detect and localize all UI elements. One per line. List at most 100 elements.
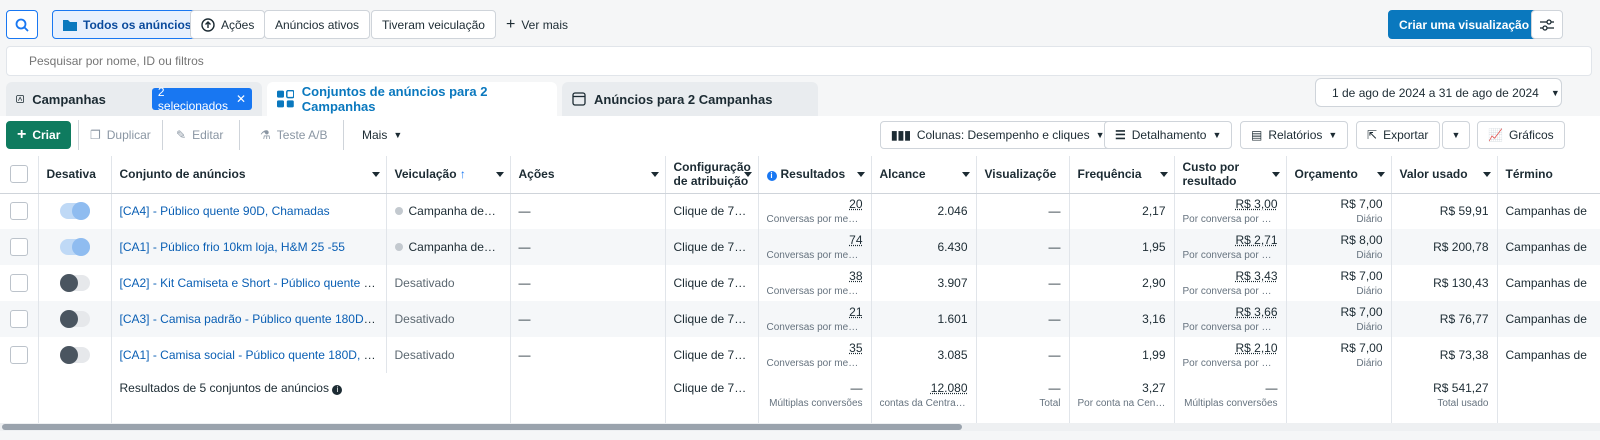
- col-delivery[interactable]: Veiculação ↑: [386, 156, 511, 194]
- create-button[interactable]: + Criar: [6, 121, 72, 149]
- col-budget[interactable]: Orçamento: [1286, 156, 1392, 194]
- caret-down-icon[interactable]: [495, 172, 504, 178]
- duplicate-button[interactable]: ❐ Duplicar: [80, 121, 161, 149]
- col-actions[interactable]: Ações: [510, 156, 666, 194]
- see-more-button[interactable]: + Ver mais: [496, 10, 578, 39]
- col-name[interactable]: Conjunto de anúncios: [111, 156, 387, 194]
- reports-button[interactable]: ▤ Relatórios ▼: [1240, 121, 1349, 149]
- columns-button[interactable]: ▮▮▮ Colunas: Desempenho e cliques ▼: [880, 121, 1116, 149]
- budget-cell[interactable]: R$ 7,00 Diário: [1286, 301, 1392, 337]
- scrollbar-thumb[interactable]: [2, 424, 962, 430]
- budget-cell[interactable]: R$ 7,00 Diário: [1286, 265, 1392, 301]
- edit-button[interactable]: ✎ Editar: [166, 121, 234, 149]
- more-button[interactable]: Mais ▼: [352, 121, 412, 149]
- budget-cell[interactable]: R$ 7,00 Diário: [1286, 337, 1392, 373]
- charts-button[interactable]: 📈 Gráficos: [1477, 121, 1565, 149]
- col-attribution[interactable]: Configuração de atribuição: [665, 156, 759, 194]
- row-checkbox[interactable]: [9, 238, 28, 256]
- caret-down-icon[interactable]: [961, 172, 970, 178]
- date-range-picker[interactable]: 1 de ago de 2024 a 31 de ago de 2024 ▼: [1315, 78, 1562, 107]
- tab-adsets[interactable]: Conjuntos de anúncios para 2 Campanhas: [267, 82, 557, 116]
- col-cpr[interactable]: Custo por resultado: [1174, 156, 1287, 194]
- col-frequency[interactable]: Frequência: [1069, 156, 1175, 194]
- name-cell[interactable]: [CA3] - Camisa padrão - Público quente 1…: [111, 301, 387, 337]
- spent-cell: R$ 59,91: [1391, 193, 1498, 229]
- row-checkbox[interactable]: [9, 202, 28, 221]
- search-button[interactable]: [6, 10, 38, 39]
- search-input[interactable]: [6, 46, 1592, 76]
- toggle-cell[interactable]: [38, 301, 112, 337]
- col-toggle[interactable]: Desativa: [38, 156, 112, 194]
- actions-cell: —: [510, 229, 666, 265]
- table-row[interactable]: [CA3] - Camisa padrão - Público quente 1…: [0, 301, 1600, 337]
- row-checkbox[interactable]: [9, 274, 28, 292]
- caret-down-icon[interactable]: [856, 172, 865, 178]
- active-toggle[interactable]: [59, 202, 90, 221]
- caret-down-icon[interactable]: [371, 172, 380, 178]
- export-dropdown-button[interactable]: ▼: [1442, 121, 1470, 149]
- row-checkbox[interactable]: [9, 310, 28, 328]
- active-toggle[interactable]: [59, 310, 90, 328]
- name-cell[interactable]: [CA1] - Público frio 10km loja, H&M 25 -…: [111, 229, 387, 265]
- results-cell: 21 Conversas por mensagem: [758, 301, 872, 337]
- caret-down-icon[interactable]: [1376, 172, 1385, 178]
- budget-cell[interactable]: R$ 8,00 Diário: [1286, 229, 1392, 265]
- col-spent[interactable]: Valor usado: [1391, 156, 1498, 194]
- horizontal-scrollbar[interactable]: [0, 423, 1600, 431]
- adset-name-link[interactable]: [CA1] - Camisa social - Público quente 1…: [120, 348, 386, 362]
- name-cell[interactable]: [CA2] - Kit Camiseta e Short - Público q…: [111, 265, 387, 301]
- breakdown-button[interactable]: ☰ Detalhamento ▼: [1104, 121, 1233, 149]
- delivered-button[interactable]: Tiveram veiculação: [371, 10, 496, 39]
- active-toggle[interactable]: [59, 238, 90, 256]
- actions-button[interactable]: Ações: [190, 10, 266, 39]
- name-cell[interactable]: [CA4] - Público quente 90D, Chamadas: [111, 193, 387, 229]
- adset-name-link[interactable]: [CA3] - Camisa padrão - Público quente 1…: [120, 312, 386, 326]
- delivery-cell: Desativado: [386, 301, 511, 337]
- actions-cell: —: [510, 337, 666, 373]
- adset-name-link[interactable]: [CA2] - Kit Camiseta e Short - Público q…: [120, 276, 386, 290]
- close-icon[interactable]: ✕: [236, 92, 246, 106]
- row-checkbox-cell[interactable]: [0, 301, 39, 337]
- active-ads-button[interactable]: Anúncios ativos: [264, 10, 371, 39]
- toggle-cell[interactable]: [38, 229, 112, 265]
- budget-cell[interactable]: R$ 7,00 Diário: [1286, 193, 1392, 229]
- ab-test-button[interactable]: ⚗ Teste A/B: [250, 121, 338, 149]
- adset-name-link[interactable]: [CA4] - Público quente 90D, Chamadas: [120, 204, 330, 218]
- adset-name-link[interactable]: [CA1] - Público frio 10km loja, H&M 25 -…: [120, 240, 345, 254]
- table-row[interactable]: [CA2] - Kit Camiseta e Short - Público q…: [0, 265, 1600, 301]
- flask-icon: ⚗: [260, 128, 271, 142]
- caret-down-icon[interactable]: [1271, 172, 1280, 178]
- table-row[interactable]: [CA4] - Público quente 90D, Chamadas Cam…: [0, 193, 1600, 229]
- export-button[interactable]: ⇱ Exportar: [1356, 121, 1440, 149]
- table-row[interactable]: [CA1] - Público frio 10km loja, H&M 25 -…: [0, 229, 1600, 265]
- col-end[interactable]: Término: [1497, 156, 1600, 194]
- toggle-cell[interactable]: [38, 265, 112, 301]
- all-ads-button[interactable]: Todos os anúncios: [52, 10, 203, 39]
- caret-down-icon[interactable]: [1159, 172, 1168, 178]
- toggle-cell[interactable]: [38, 337, 112, 373]
- results-sub: Conversas por mensagem: [766, 322, 863, 333]
- selected-chip[interactable]: 2 selecionados ✕: [151, 85, 252, 113]
- settings-button[interactable]: [1531, 10, 1563, 39]
- row-checkbox-cell[interactable]: [0, 265, 39, 301]
- col-views[interactable]: Visualizaçõe: [976, 156, 1070, 194]
- create-view-button[interactable]: Criar uma visualização: [1388, 10, 1541, 39]
- select-all-checkbox[interactable]: [9, 165, 28, 184]
- caret-down-icon[interactable]: [650, 172, 659, 178]
- row-checkbox-cell[interactable]: [0, 337, 39, 373]
- table-row[interactable]: [CA1] - Camisa social - Público quente 1…: [0, 337, 1600, 373]
- row-checkbox-cell[interactable]: [0, 229, 39, 265]
- row-checkbox-cell[interactable]: [0, 193, 39, 229]
- tab-campaigns[interactable]: Campanhas 2 selecionados ✕: [6, 82, 262, 116]
- col-results[interactable]: i Resultados: [758, 156, 872, 194]
- caret-down-icon[interactable]: [1482, 172, 1491, 178]
- select-all-cell[interactable]: [0, 156, 39, 194]
- toggle-cell[interactable]: [38, 193, 112, 229]
- active-toggle[interactable]: [59, 274, 90, 292]
- col-reach[interactable]: Alcance: [871, 156, 977, 194]
- tab-ads[interactable]: Anúncios para 2 Campanhas: [562, 82, 818, 116]
- active-toggle[interactable]: [59, 346, 90, 364]
- caret-down-icon[interactable]: [743, 172, 752, 178]
- name-cell[interactable]: [CA1] - Camisa social - Público quente 1…: [111, 337, 387, 373]
- row-checkbox[interactable]: [9, 346, 28, 364]
